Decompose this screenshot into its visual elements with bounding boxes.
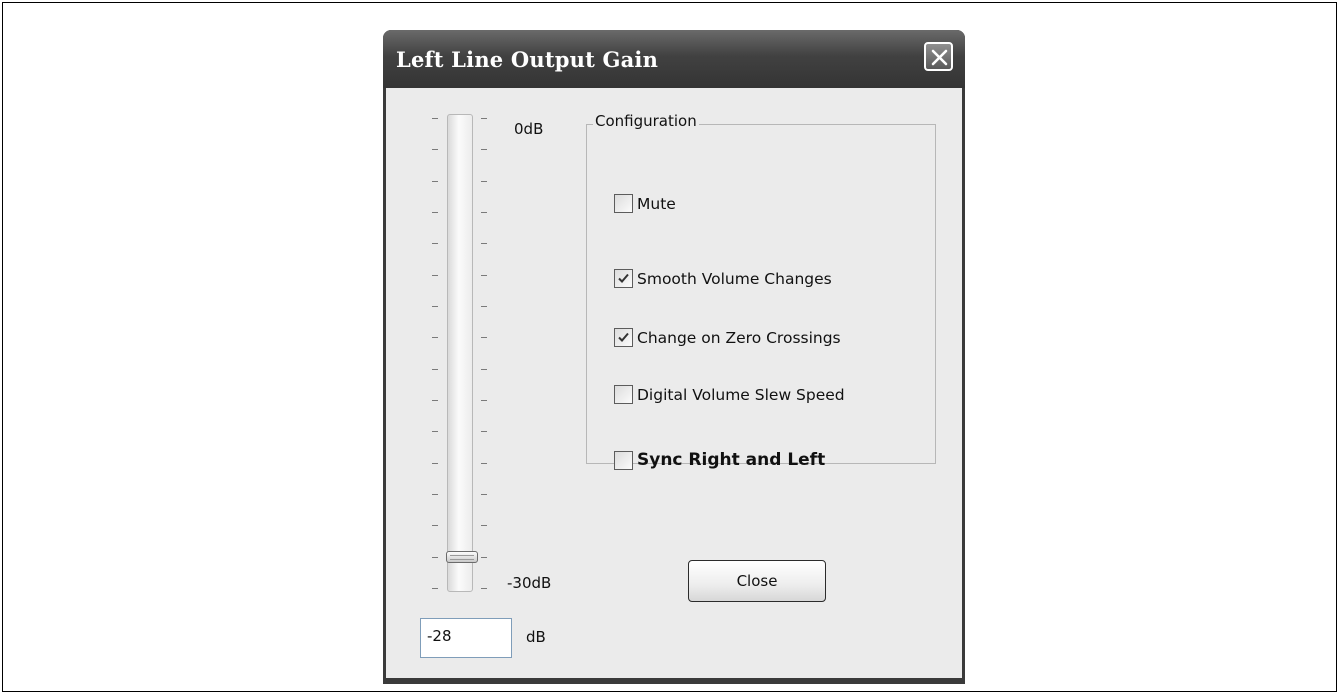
sync-option[interactable]: Sync Right and Left [614,450,825,470]
slider-tick [432,400,438,401]
window-close-button[interactable] [924,42,953,71]
slider-tick [481,400,487,401]
sync-label: Sync Right and Left [637,450,826,470]
slider-tick [432,149,438,150]
checkmark-icon [618,273,629,283]
smooth-volume-label: Smooth Volume Changes [637,269,832,288]
smooth-volume-checkbox[interactable] [614,269,633,288]
smooth-volume-option[interactable]: Smooth Volume Changes [614,269,832,288]
slider-tick [481,118,487,119]
slider-ticks-right [481,118,489,589]
slider-tick [481,306,487,307]
slew-speed-label: Digital Volume Slew Speed [637,385,845,404]
slider-tick [432,212,438,213]
slider-tick [432,557,438,558]
slider-tick [481,557,487,558]
mute-option[interactable]: Mute [614,194,676,213]
slider-tick [432,118,438,119]
slider-tick [432,369,438,370]
dialog-client-area: 0dB -30dB -28 dB Configuration Mute Smoo… [386,88,962,678]
slider-tick [481,588,487,589]
slider-tick [481,212,487,213]
gain-unit-label: dB [526,628,546,646]
slider-tick [481,275,487,276]
title-bar[interactable]: Left Line Output Gain [383,30,965,88]
configuration-groupbox [586,124,936,464]
zero-crossings-checkbox[interactable] [614,328,633,347]
mute-label: Mute [637,194,676,213]
slider-tick [481,494,487,495]
slider-tick [432,275,438,276]
slider-tick [481,431,487,432]
slider-tick [481,337,487,338]
close-button[interactable]: Close [688,560,826,602]
slider-tick [481,243,487,244]
configuration-legend: Configuration [593,112,699,130]
slider-tick [481,525,487,526]
slider-tick [432,525,438,526]
sync-checkbox[interactable] [614,450,633,470]
slider-tick [432,243,438,244]
gain-slider-thumb[interactable] [446,551,478,563]
slider-tick [432,337,438,338]
gain-dialog: Left Line Output Gain 0dB -30dB -28 dB C… [383,30,965,684]
slider-tick [481,369,487,370]
slider-ticks-left [432,118,440,589]
slider-max-label: 0dB [514,120,544,138]
gain-value-input[interactable]: -28 [420,618,512,658]
slider-tick [432,431,438,432]
slider-tick [432,588,438,589]
slider-tick [432,306,438,307]
slider-tick [432,494,438,495]
slew-speed-option[interactable]: Digital Volume Slew Speed [614,385,845,404]
slider-tick [432,463,438,464]
slider-tick [481,181,487,182]
mute-checkbox[interactable] [614,194,633,213]
window-title: Left Line Output Gain [396,47,659,72]
slider-tick [481,463,487,464]
slider-tick [432,181,438,182]
slew-speed-checkbox[interactable] [614,385,633,404]
zero-crossings-option[interactable]: Change on Zero Crossings [614,328,841,347]
gain-slider-track[interactable] [447,114,473,592]
checkmark-icon [618,332,629,342]
slider-min-label: -30dB [507,574,552,592]
slider-tick [481,149,487,150]
zero-crossings-label: Change on Zero Crossings [637,328,841,347]
close-icon [931,49,948,66]
